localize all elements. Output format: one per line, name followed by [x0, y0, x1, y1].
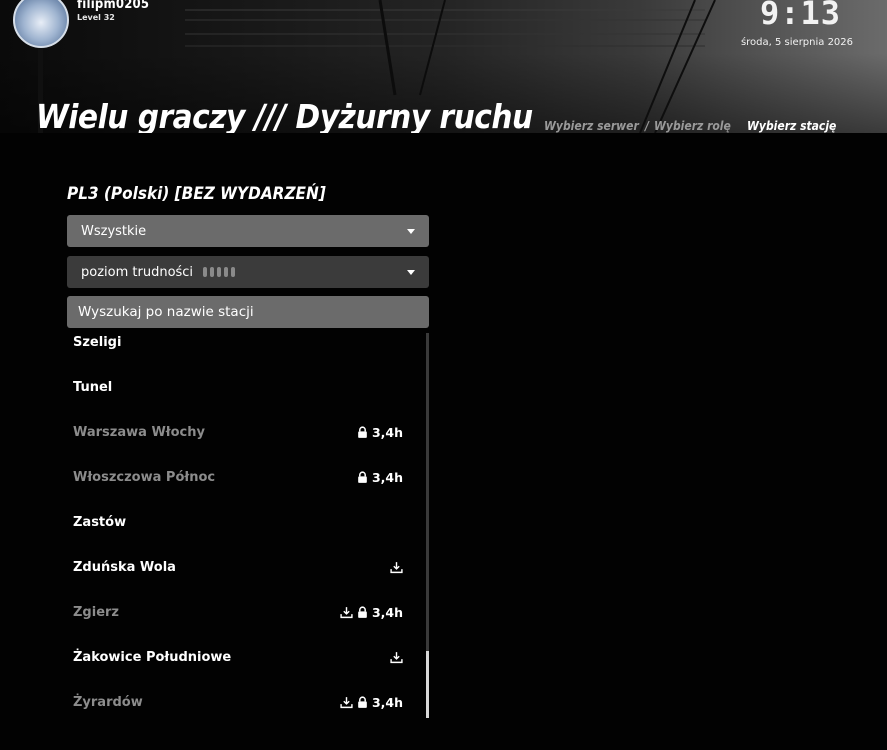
- clock-time: 9:13: [760, 0, 842, 32]
- station-row-tunel[interactable]: Tunel: [73, 377, 403, 397]
- page-title: Wielu graczy /// Dyżurny ruchu: [36, 97, 533, 133]
- station-row-zastow[interactable]: Zastów: [73, 512, 403, 532]
- region-select[interactable]: Wszystkie: [67, 215, 429, 247]
- download-icon: [390, 561, 403, 573]
- lock-icon: [358, 426, 367, 438]
- difficulty-dot-icon: [203, 267, 208, 277]
- difficulty-label: poziom trudności: [81, 264, 194, 280]
- station-row-warszawa-wlochy[interactable]: Warszawa Włochy 3,4h: [73, 422, 403, 442]
- clock-date: środa, 5 sierpnia 2026: [740, 37, 854, 48]
- station-name: Zgierz: [73, 604, 119, 620]
- station-search-input[interactable]: [67, 296, 429, 328]
- server-name: PL3 (Polski) [BEZ WYDARZEŃ]: [67, 184, 326, 204]
- station-name: Tunel: [73, 379, 113, 395]
- station-name: Warszawa Włochy: [73, 424, 205, 440]
- station-meta: 3,4h: [356, 425, 403, 440]
- difficulty-dot-icon: [231, 267, 236, 277]
- step-select-role[interactable]: Wybierz rolę: [654, 119, 731, 135]
- difficulty-select[interactable]: poziom trudności: [67, 256, 429, 288]
- station-name: Żyrardów: [73, 694, 143, 710]
- lock-icon: [358, 471, 367, 483]
- station-row-zyrardow[interactable]: Żyrardów 3,4h: [73, 692, 403, 712]
- caret-down-icon: [407, 229, 415, 234]
- user-level: Level 32: [77, 13, 115, 22]
- lock-icon: [358, 606, 367, 618]
- station-name: Zastów: [73, 514, 127, 530]
- station-name: Włoszczowa Północ: [73, 469, 216, 485]
- station-meta: 3,4h: [340, 695, 403, 710]
- caret-down-icon: [407, 270, 415, 275]
- station-meta: [390, 651, 403, 664]
- station-meta: 3,4h: [356, 470, 403, 485]
- lock-icon: [358, 696, 367, 708]
- station-list[interactable]: Szeligi Tunel Warszawa Włochy 3,4h Włosz…: [67, 328, 429, 718]
- station-hours: 3,4h: [371, 694, 403, 710]
- download-icon: [340, 696, 353, 708]
- station-row-zakowice-poludniowe[interactable]: Żakowice Południowe: [73, 647, 403, 667]
- station-meta: 3,4h: [340, 605, 403, 620]
- station-row-zdunska-wola[interactable]: Zduńska Wola: [73, 557, 403, 577]
- difficulty-rating-icon: [203, 267, 236, 277]
- station-name: Zduńska Wola: [73, 559, 176, 575]
- station-name: Szeligi: [73, 334, 122, 350]
- station-row-zgierz[interactable]: Zgierz 3,4h: [73, 602, 403, 622]
- station-hours: 3,4h: [371, 424, 403, 440]
- header-banner: filipm0205 Level 32 9:13 środa, 5 sierpn…: [0, 0, 887, 133]
- step-select-server[interactable]: Wybierz serwer: [544, 119, 639, 135]
- difficulty-dot-icon: [217, 267, 222, 277]
- region-select-value: Wszystkie: [81, 223, 147, 239]
- download-icon: [340, 606, 353, 618]
- difficulty-dot-icon: [210, 267, 215, 277]
- station-row-szeligi[interactable]: Szeligi: [73, 332, 403, 352]
- step-select-station[interactable]: Wybierz stację: [747, 119, 836, 135]
- difficulty-dot-icon: [224, 267, 229, 277]
- station-row-wloszczowa-polnoc[interactable]: Włoszczowa Północ 3,4h: [73, 467, 403, 487]
- station-hours: 3,4h: [371, 604, 403, 620]
- station-hours: 3,4h: [371, 469, 403, 485]
- download-icon: [390, 651, 403, 663]
- station-meta: [390, 561, 403, 574]
- username: filipm0205: [77, 0, 150, 12]
- list-scrollbar-thumb[interactable]: [426, 651, 429, 718]
- step-separator: /: [645, 119, 649, 133]
- station-name: Żakowice Południowe: [73, 649, 232, 665]
